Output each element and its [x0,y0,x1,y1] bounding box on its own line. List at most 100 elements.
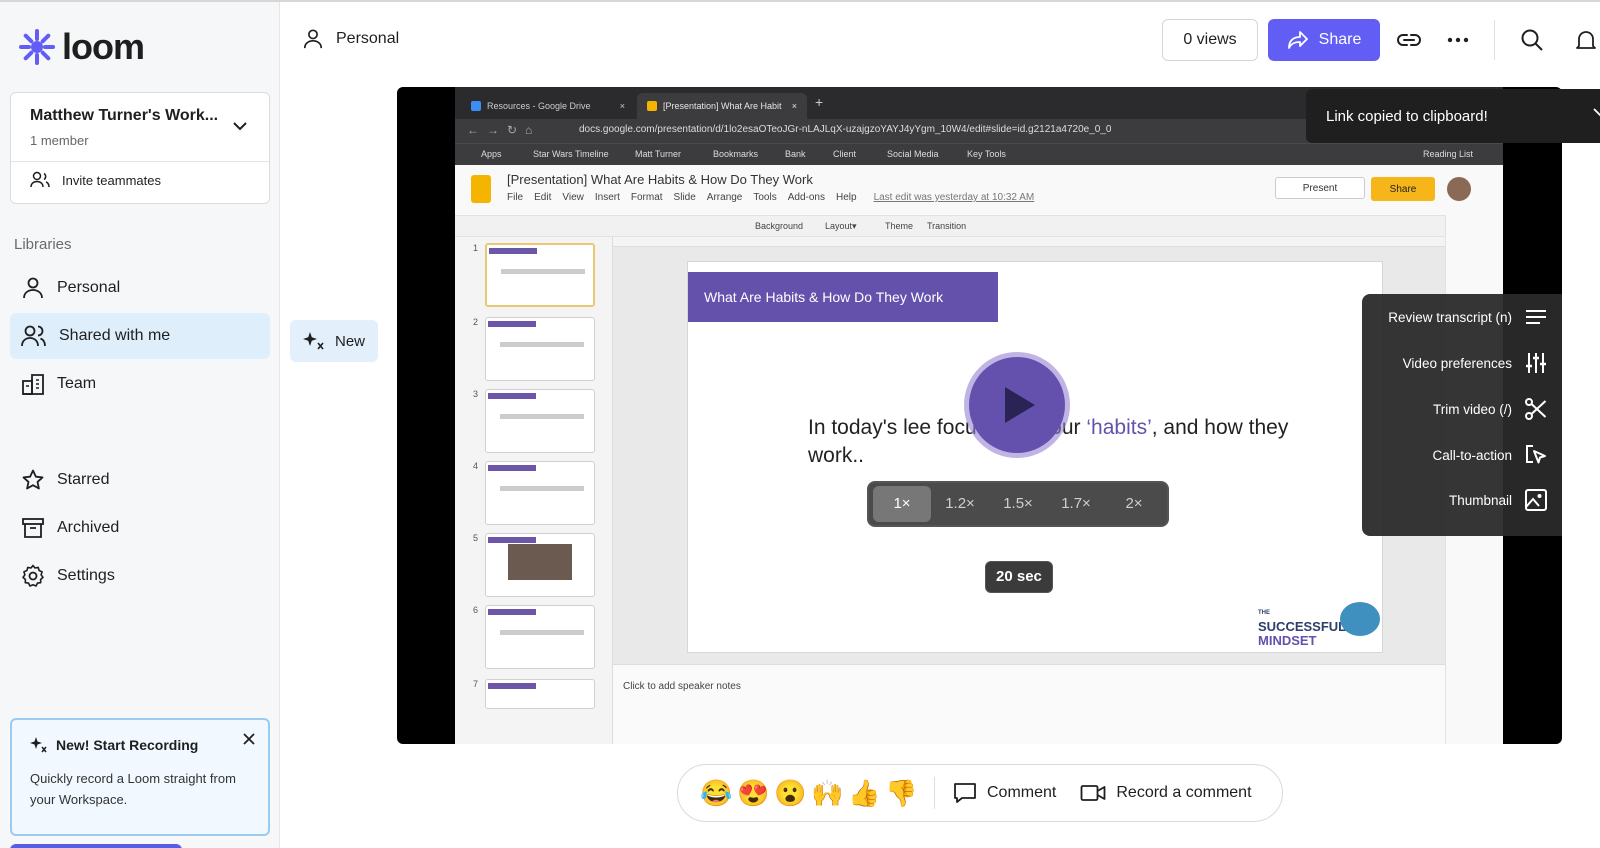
record-button-edge[interactable] [10,844,182,848]
people-icon [21,325,46,347]
close-icon: × [619,101,625,111]
chevron-down-icon[interactable] [231,117,249,135]
comment-button[interactable]: Comment [953,782,1056,804]
slide-text-highlight: ‘habits’ [1086,416,1152,439]
slides-logo-icon [471,175,491,203]
menu-item-review-transcript[interactable]: Review transcript (n) [1388,306,1548,328]
playback-speed-selector: 1× 1.2× 1.5× 1.7× 2× [867,481,1169,527]
sidebar-item-label: Settings [57,567,115,584]
cursor-click-icon [1526,445,1546,464]
bookmark: Matt Turner [635,149,682,159]
divider [11,161,269,162]
brand-line: SUCCESSFUL [1258,619,1347,634]
bookmark: Social Media [887,149,939,159]
slide-text-part: In today's le [808,416,920,439]
slide-title: What Are Habits & How Do They Work [688,272,998,322]
slide-number: 7 [473,679,479,689]
doc-menu-item: Edit [534,192,552,203]
speed-option[interactable]: 1.7× [1047,486,1105,522]
sidebar-item-starred[interactable]: Starred [10,457,270,503]
bookmark: Bookmarks [713,149,759,159]
workspace-name[interactable]: Matthew Turner's Work... [30,107,218,125]
more-icon[interactable] [1446,28,1470,52]
sparkle-icon [302,332,324,350]
url-text: docs.google.com/presentation/d/1lo2esaOT… [579,124,1112,135]
sidebar-item-personal[interactable]: Personal [10,265,270,311]
bell-icon[interactable] [1574,28,1598,52]
doc-menu-item: Format [630,192,663,203]
bookmark: Bank [785,149,806,159]
menu-item-label: Trim video (/) [1432,401,1512,417]
slide-thumb [485,389,595,453]
new-button[interactable]: New [290,320,378,362]
bookmark: Star Wars Timeline [533,149,609,159]
slides-toolbar: Background Layout▾ Theme Transition [455,215,1445,237]
divider [1494,20,1495,60]
menu-item-call-to-action[interactable]: Call-to-action [1432,443,1548,467]
browser-tab-label: Resources - Google Drive [487,101,591,111]
recorded-screen: Resources - Google Drive × [Presentation… [455,87,1503,744]
emoji-reaction-heart-eyes[interactable]: 😍 [737,778,774,808]
loom-logo[interactable]: loom [18,26,145,68]
successful-mindset-logo: THE SUCCESSFUL MINDSET [1258,602,1380,648]
close-icon[interactable] [1590,105,1600,125]
add-people-icon [30,171,50,188]
menu-item-trim-video[interactable]: Trim video (/) [1433,397,1548,421]
sidebar-item-settings[interactable]: Settings [10,553,270,599]
emoji-reaction-raised-hands[interactable]: 🙌 [811,778,848,808]
comment-label: Comment [987,784,1057,801]
doc-menu-item: Insert [594,192,620,203]
browser-tab: Resources - Google Drive × [461,93,635,119]
browser-tab-label: [Presentation] What Are Habit [663,101,782,111]
libraries-heading: Libraries [14,236,72,253]
search-icon[interactable] [1520,28,1544,52]
play-button[interactable] [969,357,1065,453]
sidebar-item-shared-with-me[interactable]: Shared with me [10,313,270,359]
bookmark: Client [833,149,857,159]
video-camera-icon [1080,785,1106,801]
emoji-reaction-surprised[interactable]: 😮 [774,778,811,808]
emoji-reaction-thumbs-up[interactable]: 👍 [848,778,885,808]
slide-thumb [485,605,595,669]
sidebar-item-archived[interactable]: Archived [10,505,270,551]
sidebar-item-label: Shared with me [59,327,171,344]
speed-option[interactable]: 1.5× [989,486,1047,522]
gear-icon [22,564,44,587]
emoji-reaction-laugh[interactable]: 😂 [700,778,737,808]
slides-header: [Presentation] What Are Habits & How Do … [455,165,1503,215]
close-icon[interactable] [242,732,256,746]
bookmark: Apps [481,149,502,159]
doc-title: [Presentation] What Are Habits & How Do … [507,172,813,187]
play-icon [1005,387,1035,423]
menu-item-label: Video preferences [1402,355,1512,371]
record-comment-button[interactable]: Record a comment [1080,783,1252,803]
emoji-reaction-thumbs-down[interactable]: 👎 [885,778,922,808]
speed-option[interactable]: 1× [873,486,931,522]
share-button[interactable]: Share [1268,19,1380,61]
views-button[interactable]: 0 views [1162,19,1258,61]
breadcrumb[interactable]: Personal [302,28,399,50]
sidebar-item-team[interactable]: Team [10,361,270,407]
menu-item-label: Thumbnail [1448,492,1512,508]
invite-teammates-button[interactable]: Invite teammates [30,171,161,189]
lines-icon [1526,310,1546,324]
share-arrow-icon [1287,31,1308,49]
speaker-notes: Click to add speaker notes [613,664,1445,744]
toolbar-item: Background [755,221,804,231]
slide-thumbnails: 1 2 3 4 5 6 7 [455,237,613,744]
sidebar: loom Matthew Turner's Work... 1 member I… [0,2,280,848]
menu-item-video-preferences[interactable]: Video preferences [1403,351,1548,375]
sidebar-item-label: Archived [57,519,120,536]
star-icon [22,469,44,490]
toast-notification: Link copied to clipboard! [1306,89,1600,143]
menu-item-thumbnail[interactable]: Thumbnail [1449,488,1548,512]
sliders-icon [1526,353,1546,373]
speed-option[interactable]: 1.2× [931,486,989,522]
doc-menu-item: View [562,192,584,203]
building-icon [22,374,44,395]
doc-menu-item: Slide [673,192,696,203]
toolbar-item: Theme [885,221,914,231]
link-icon[interactable] [1396,28,1422,52]
reaction-bar: 😂 😍 😮 🙌 👍 👎 Comment Record a comment [677,764,1283,822]
speed-option[interactable]: 2× [1105,486,1163,522]
